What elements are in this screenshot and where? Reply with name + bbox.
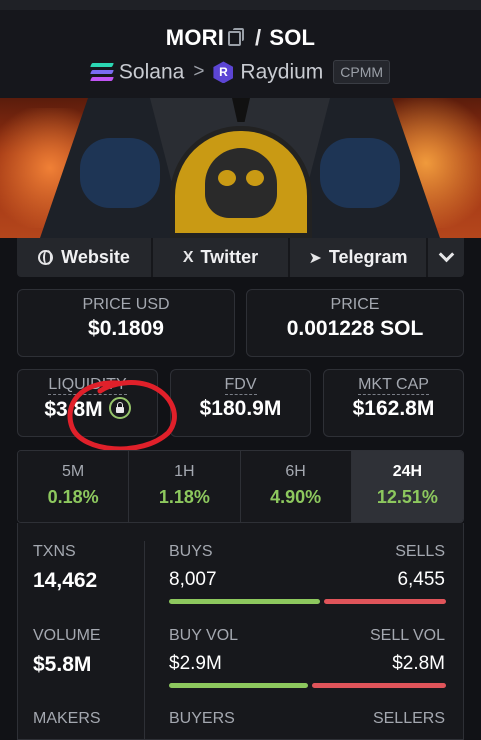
- token-banner: [0, 98, 481, 238]
- website-label: Website: [61, 247, 130, 267]
- tab-6h-label: 6H: [285, 463, 306, 480]
- twitter-button[interactable]: X Twitter: [153, 238, 290, 277]
- market-cap-card[interactable]: MKT CAP $162.8M: [323, 369, 464, 437]
- buys-label: BUYS: [169, 543, 213, 560]
- price-usd-label: PRICE USD: [82, 296, 170, 313]
- volume-value: $5.8M: [33, 653, 92, 676]
- solana-icon: [89, 63, 114, 82]
- sells-label: SELLS: [395, 543, 445, 560]
- telegram-button[interactable]: ➤ Telegram: [290, 238, 428, 277]
- chevron-down-icon: [438, 246, 454, 263]
- quote-token: SOL: [269, 25, 316, 51]
- telegram-icon: ➤: [308, 249, 322, 267]
- txns-value: 14,462: [33, 569, 98, 592]
- pair-header: MORI / SOL Solana > R Raydium CPMM: [0, 10, 481, 98]
- more-links-button[interactable]: [428, 238, 464, 277]
- tab-1h[interactable]: 1H 1.18%: [129, 451, 241, 522]
- tab-24h[interactable]: 24H 12.51%: [351, 451, 463, 522]
- pair-separator: /: [255, 25, 262, 51]
- red-circle-annotation: [67, 380, 177, 452]
- volume-label: VOLUME: [33, 627, 101, 644]
- tab-1h-label: 1H: [174, 463, 195, 480]
- tab-6h[interactable]: 6H 4.90%: [240, 451, 352, 522]
- banner-left-hand: [80, 138, 160, 208]
- website-button[interactable]: Website: [17, 238, 153, 277]
- banner-right-hand: [320, 138, 400, 208]
- makers-label: MAKERS: [33, 710, 101, 727]
- price-native-card: PRICE 0.001228 SOL: [246, 289, 464, 357]
- buyers-label: BUYERS: [169, 710, 235, 727]
- pair-title: MORI / SOL: [0, 24, 481, 51]
- chain-name[interactable]: Solana: [119, 60, 184, 83]
- buy-vol-value: $2.9M: [169, 653, 222, 674]
- tab-6h-change: 4.90%: [270, 487, 322, 507]
- tab-24h-label: 24H: [392, 463, 423, 480]
- market-cap-label: MKT CAP: [358, 376, 429, 395]
- buys-value: 8,007: [169, 569, 217, 590]
- tab-5m[interactable]: 5M 0.18%: [18, 451, 130, 522]
- buys-bar: [169, 599, 320, 604]
- sell-vol-bar: [312, 683, 446, 688]
- buy-vol-bar: [169, 683, 308, 688]
- social-links: Website X Twitter ➤ Telegram: [17, 238, 464, 277]
- globe-icon: [38, 250, 54, 265]
- trade-stats-panel: TXNS 14,462 BUYS SELLS 8,007 6,455 VOLUM…: [17, 523, 464, 740]
- dex-name[interactable]: Raydium: [240, 60, 323, 83]
- raydium-icon: R: [213, 61, 234, 84]
- pool-type-badge: CPMM: [333, 60, 391, 85]
- fdv-value: $180.9M: [199, 397, 282, 420]
- market-cap-value: $162.8M: [352, 397, 435, 420]
- sell-vol-label: SELL VOL: [369, 627, 445, 644]
- top-strip: [0, 0, 481, 10]
- buy-vol-label: BUY VOL: [169, 627, 239, 644]
- price-usd-value: $0.1809: [88, 317, 164, 340]
- sellers-label: SELLERS: [372, 710, 445, 727]
- sells-bar: [324, 599, 446, 604]
- fdv-label: FDV: [224, 376, 257, 395]
- sells-value: 6,455: [397, 569, 445, 590]
- tab-5m-change: 0.18%: [47, 487, 99, 507]
- stats-divider: [144, 541, 145, 740]
- fdv-card[interactable]: FDV $180.9M: [170, 369, 311, 437]
- timeframe-tabs: 5M 0.18% 1H 1.18% 6H 4.90% 24H 12.51%: [17, 450, 464, 523]
- price-usd-card: PRICE USD $0.1809: [17, 289, 235, 357]
- chain-info: Solana > R Raydium CPMM: [0, 60, 481, 85]
- tab-5m-label: 5M: [62, 463, 85, 480]
- txns-label: TXNS: [33, 543, 76, 560]
- sell-vol-value: $2.8M: [392, 653, 445, 674]
- price-native-value: 0.001228 SOL: [286, 317, 424, 340]
- x-icon: X: [182, 248, 194, 266]
- banner-skull: [205, 148, 277, 218]
- tab-1h-change: 1.18%: [158, 487, 210, 507]
- twitter-label: Twitter: [200, 247, 259, 267]
- tab-24h-change: 12.51%: [376, 487, 438, 507]
- copy-icon[interactable]: [228, 27, 245, 46]
- base-token: MORI: [165, 25, 225, 51]
- price-native-label: PRICE: [330, 296, 380, 313]
- telegram-label: Telegram: [328, 247, 408, 267]
- chevron-right-icon: >: [193, 61, 205, 83]
